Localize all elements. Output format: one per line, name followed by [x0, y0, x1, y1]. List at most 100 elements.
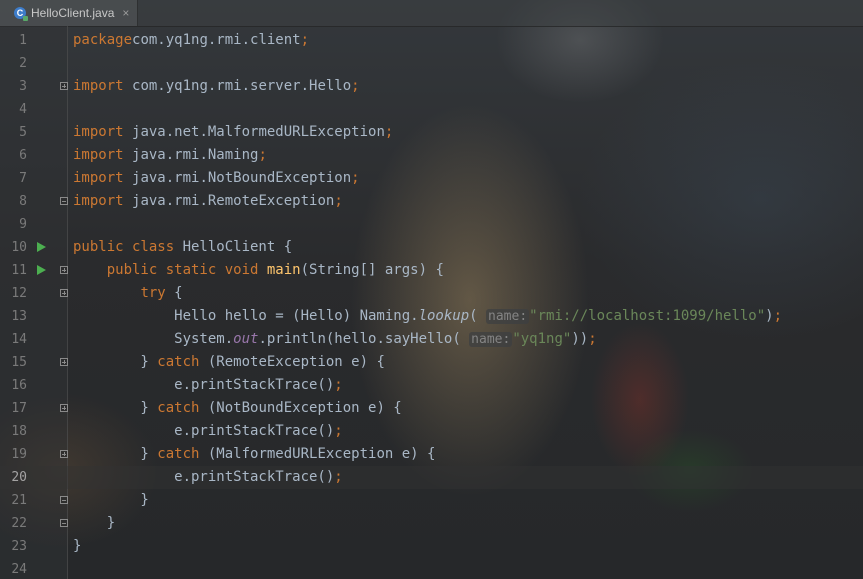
code-token: ; [773, 308, 783, 324]
run-icon[interactable] [37, 242, 46, 252]
code-token: catch [157, 354, 208, 370]
line-number[interactable]: 9 [0, 213, 27, 236]
code-token: ; [334, 377, 343, 393]
code-line[interactable]: 6 import java.rmi.Naming; [0, 144, 863, 167]
code-area[interactable]: 1 packagecom.yq1ng.rmi.client; 2 3 import co… [0, 26, 863, 579]
line-number[interactable]: 20 [0, 466, 27, 489]
code-line[interactable]: 18 e.printStackTrace(); [0, 420, 863, 443]
fold-icon[interactable] [60, 519, 68, 527]
code-line[interactable]: 19 } catch (MalformedURLException e) { [0, 443, 863, 466]
code-text: Hello hello = (Hello) Naming.lookup( nam… [73, 305, 782, 328]
line-number[interactable]: 22 [0, 512, 27, 535]
fold-icon[interactable] [60, 82, 68, 90]
line-number[interactable]: 7 [0, 167, 27, 190]
code-text: e.printStackTrace(); [73, 466, 343, 489]
fold-icon[interactable] [60, 404, 68, 412]
code-token: } [73, 446, 158, 462]
code-token: ; [351, 78, 360, 94]
code-text: e.printStackTrace(); [73, 374, 343, 397]
code-line[interactable]: 20 e.printStackTrace(); [0, 466, 863, 489]
code-token: ( [469, 308, 487, 324]
code-line[interactable]: 15 } catch (RemoteException e) { [0, 351, 863, 374]
code-token: e.printStackTrace() [73, 469, 335, 485]
code-token: (String[] args) { [300, 262, 444, 278]
parameter-hint: name: [469, 332, 513, 347]
code-token: } [73, 354, 158, 370]
line-number[interactable]: 8 [0, 190, 27, 213]
line-number[interactable]: 2 [0, 52, 27, 75]
line-number[interactable]: 3 [0, 75, 27, 98]
line-number[interactable]: 14 [0, 328, 27, 351]
line-number[interactable]: 4 [0, 98, 27, 121]
code-token: java.rmi.RemoteException [132, 193, 335, 209]
code-editor[interactable]: C HelloClient.java × 1 packagecom.yq1ng.r… [0, 0, 863, 579]
line-number[interactable]: 5 [0, 121, 27, 144]
code-line[interactable]: 1 packagecom.yq1ng.rmi.client; [0, 29, 863, 52]
line-number[interactable]: 12 [0, 282, 27, 305]
line-number[interactable]: 19 [0, 443, 27, 466]
line-number[interactable]: 11 [0, 259, 27, 282]
fold-icon[interactable] [60, 266, 68, 274]
code-token: catch [157, 400, 208, 416]
code-token: (NotBoundException e) { [207, 400, 402, 416]
code-text: System.out.println(hello.sayHello( name:… [73, 328, 597, 351]
tab-helloclient[interactable]: C HelloClient.java × [0, 0, 138, 26]
fold-icon[interactable] [60, 358, 68, 366]
code-token: java.rmi.Naming [132, 147, 259, 163]
fold-icon[interactable] [60, 450, 68, 458]
line-number[interactable]: 16 [0, 374, 27, 397]
code-line[interactable]: 23} [0, 535, 863, 558]
code-token: )) [571, 331, 589, 347]
line-number[interactable]: 17 [0, 397, 27, 420]
code-text: } catch (NotBoundException e) { [73, 397, 402, 420]
code-line[interactable]: 7 import java.rmi.NotBoundException; [0, 167, 863, 190]
code-line[interactable]: 13 Hello hello = (Hello) Naming.lookup( … [0, 305, 863, 328]
line-number[interactable]: 23 [0, 535, 27, 558]
fold-icon[interactable] [60, 289, 68, 297]
line-number[interactable]: 10 [0, 236, 27, 259]
fold-icon[interactable] [60, 496, 68, 504]
code-token: public static void [106, 262, 267, 278]
code-token: (RemoteException e) { [207, 354, 385, 370]
code-line[interactable]: 3 import com.yq1ng.rmi.server.Hello; [0, 75, 863, 98]
code-line[interactable]: 22 } [0, 512, 863, 535]
line-number[interactable]: 6 [0, 144, 27, 167]
code-token: try [140, 285, 175, 301]
code-line[interactable]: 10 public class HelloClient { [0, 236, 863, 259]
line-number[interactable]: 24 [0, 558, 27, 579]
code-token: lookup [418, 308, 470, 324]
line-number[interactable]: 15 [0, 351, 27, 374]
line-number[interactable]: 21 [0, 489, 27, 512]
code-line[interactable]: 9 [0, 213, 863, 236]
line-number[interactable]: 13 [0, 305, 27, 328]
code-token: import [73, 147, 133, 163]
code-line[interactable]: 21 } [0, 489, 863, 512]
code-token: e.printStackTrace() [73, 423, 335, 439]
line-number[interactable]: 18 [0, 420, 27, 443]
code-text: } [73, 535, 81, 558]
code-token: } [73, 400, 158, 416]
code-text: } catch (MalformedURLException e) { [73, 443, 435, 466]
code-token: ; [334, 469, 343, 485]
code-line[interactable]: 12 try { [0, 282, 863, 305]
code-token: import [73, 170, 133, 186]
code-line[interactable]: 16 e.printStackTrace(); [0, 374, 863, 397]
tab-label: HelloClient.java [31, 6, 115, 20]
code-line[interactable]: 17 } catch (NotBoundException e) { [0, 397, 863, 420]
code-token: Hello hello = (Hello) Naming. [73, 308, 419, 324]
close-icon[interactable]: × [122, 6, 129, 20]
code-line[interactable]: 11 public static void main(String[] args… [0, 259, 863, 282]
code-line[interactable]: 8 import java.rmi.RemoteException; [0, 190, 863, 213]
code-line[interactable]: 2 [0, 52, 863, 75]
code-line[interactable]: 5 import java.net.MalformedURLException; [0, 121, 863, 144]
run-icon[interactable] [37, 265, 46, 275]
line-number[interactable]: 1 [0, 29, 27, 52]
code-token: e.printStackTrace() [73, 377, 335, 393]
fold-icon[interactable] [60, 197, 68, 205]
code-line[interactable]: 4 [0, 98, 863, 121]
code-line[interactable]: 14 System.out.println(hello.sayHello( na… [0, 328, 863, 351]
code-token: ; [300, 32, 310, 48]
code-token: main [266, 262, 301, 278]
code-line[interactable]: 24 [0, 558, 863, 579]
